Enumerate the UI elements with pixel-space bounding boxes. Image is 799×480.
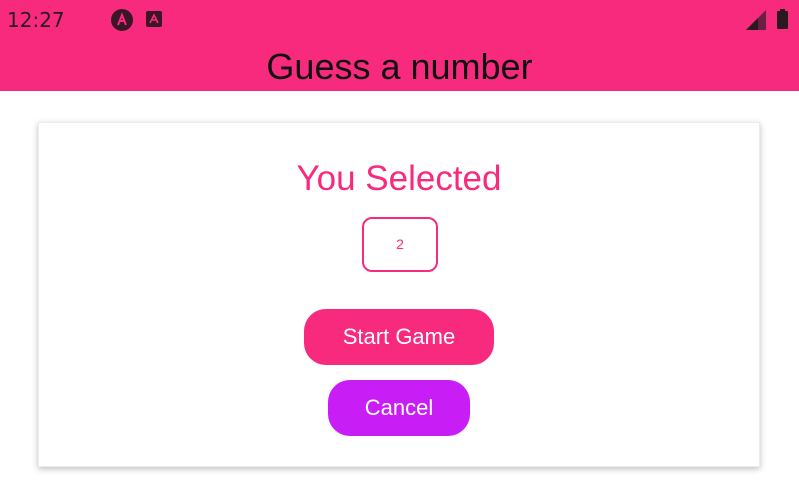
status-bar: 12:27 — [0, 0, 799, 40]
start-game-button[interactable]: Start Game — [304, 309, 494, 365]
selection-card: You Selected 2 Start Game Cancel — [38, 122, 760, 467]
a-box-notification-icon-svg — [149, 13, 159, 24]
battery-icon — [777, 9, 788, 29]
selected-number-box: 2 — [362, 217, 438, 272]
cancel-button[interactable]: Cancel — [328, 380, 470, 436]
a-box-notification-icon — [146, 11, 162, 27]
selected-title: You Selected — [296, 159, 502, 198]
app-notification-icon-svg — [117, 12, 127, 26]
app-screen: 12:27 Guess a number You Selected 2 Star… — [0, 0, 799, 480]
status-time: 12:27 — [7, 8, 65, 32]
app-title: Guess a number — [266, 46, 533, 87]
app-bar: Guess a number — [0, 40, 799, 91]
app-notification-icon — [111, 9, 133, 31]
signal-icon — [746, 10, 766, 30]
